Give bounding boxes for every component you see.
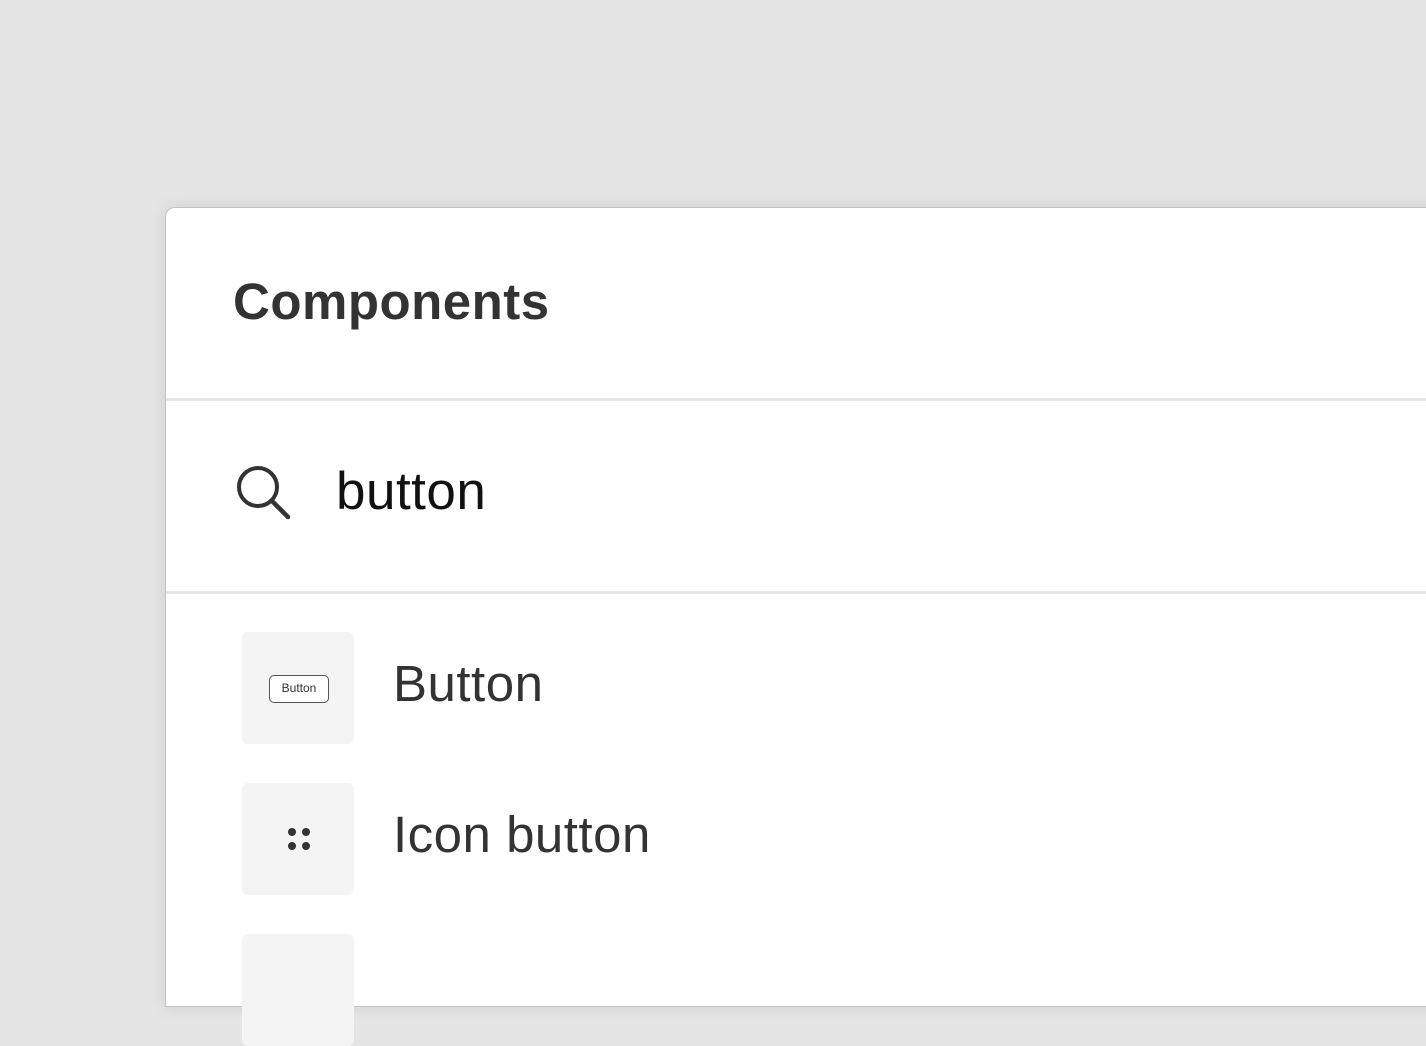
four-dots-icon — [288, 828, 310, 850]
result-label: Button — [393, 655, 544, 712]
search-divider — [166, 591, 1426, 594]
components-panel: Components Button Button — [165, 207, 1426, 1046]
result-label: Icon button — [393, 806, 651, 863]
panel-header: Components — [166, 208, 1426, 398]
search-input[interactable] — [336, 451, 1236, 531]
result-item-icon-button[interactable]: Icon button — [242, 783, 1142, 895]
button-preview: Button — [269, 675, 329, 703]
icon-button-thumbnail — [242, 783, 354, 895]
result-item-button[interactable]: Button Button — [242, 632, 1142, 744]
result-item-partial[interactable] — [242, 934, 1142, 1046]
partial-thumbnail — [242, 934, 354, 1046]
search-icon — [237, 466, 291, 520]
button-thumbnail: Button — [242, 632, 354, 744]
panel-title: Components — [233, 273, 550, 330]
search-bar — [166, 401, 1426, 591]
